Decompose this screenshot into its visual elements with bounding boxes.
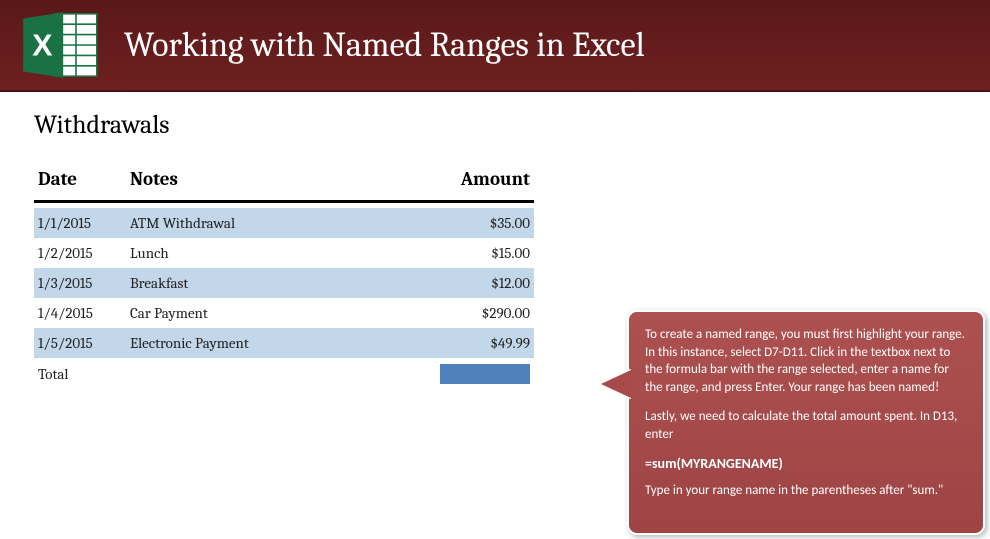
section-title: Withdrawals (34, 110, 956, 140)
total-row: Total (34, 358, 534, 391)
table-row: 1/2/2015 Lunch $15.00 (34, 238, 534, 268)
total-label: Total (34, 358, 126, 391)
selected-cell-highlight[interactable] (440, 364, 530, 384)
col-header-amount: Amount (414, 162, 534, 202)
callout-body: To create a named range, you must first … (627, 310, 985, 535)
svg-text:X: X (32, 28, 52, 62)
col-header-notes: Notes (126, 162, 414, 202)
cell-amount: $12.00 (414, 268, 534, 298)
cell-date: 1/5/2015 (34, 328, 126, 358)
table-row: 1/5/2015 Electronic Payment $49.99 (34, 328, 534, 358)
col-header-date: Date (34, 162, 126, 202)
page-title: Working with Named Ranges in Excel (124, 25, 645, 65)
callout-text: To create a named range, you must first … (645, 326, 967, 396)
cell-notes: ATM Withdrawal (126, 208, 414, 238)
total-cell[interactable] (414, 358, 534, 391)
instruction-callout: To create a named range, you must first … (603, 310, 986, 535)
cell-date: 1/2/2015 (34, 238, 126, 268)
withdrawals-table: Date Notes Amount 1/1/2015 ATM Withdrawa… (34, 162, 534, 390)
excel-icon: X (20, 8, 100, 82)
cell-notes: Car Payment (126, 298, 414, 328)
cell-date: 1/4/2015 (34, 298, 126, 328)
cell-notes: Breakfast (126, 268, 414, 298)
cell-notes: Electronic Payment (126, 328, 414, 358)
cell-amount: $49.99 (414, 328, 534, 358)
cell-date: 1/1/2015 (34, 208, 126, 238)
cell-date: 1/3/2015 (34, 268, 126, 298)
cell-amount: $15.00 (414, 238, 534, 268)
callout-formula: =sum(MYRANGENAME) (645, 455, 967, 474)
cell-amount: $290.00 (414, 298, 534, 328)
callout-text: Lastly, we need to calculate the total a… (645, 408, 967, 443)
cell-notes: Lunch (126, 238, 414, 268)
table-row: 1/3/2015 Breakfast $12.00 (34, 268, 534, 298)
table-row: 1/4/2015 Car Payment $290.00 (34, 298, 534, 328)
cell-amount: $35.00 (414, 208, 534, 238)
callout-arrow-icon (601, 370, 631, 398)
table-row: 1/1/2015 ATM Withdrawal $35.00 (34, 208, 534, 238)
callout-text: Type in your range name in the parenthes… (645, 482, 967, 500)
page-header: X Working with Named Ranges in Excel (0, 0, 990, 92)
